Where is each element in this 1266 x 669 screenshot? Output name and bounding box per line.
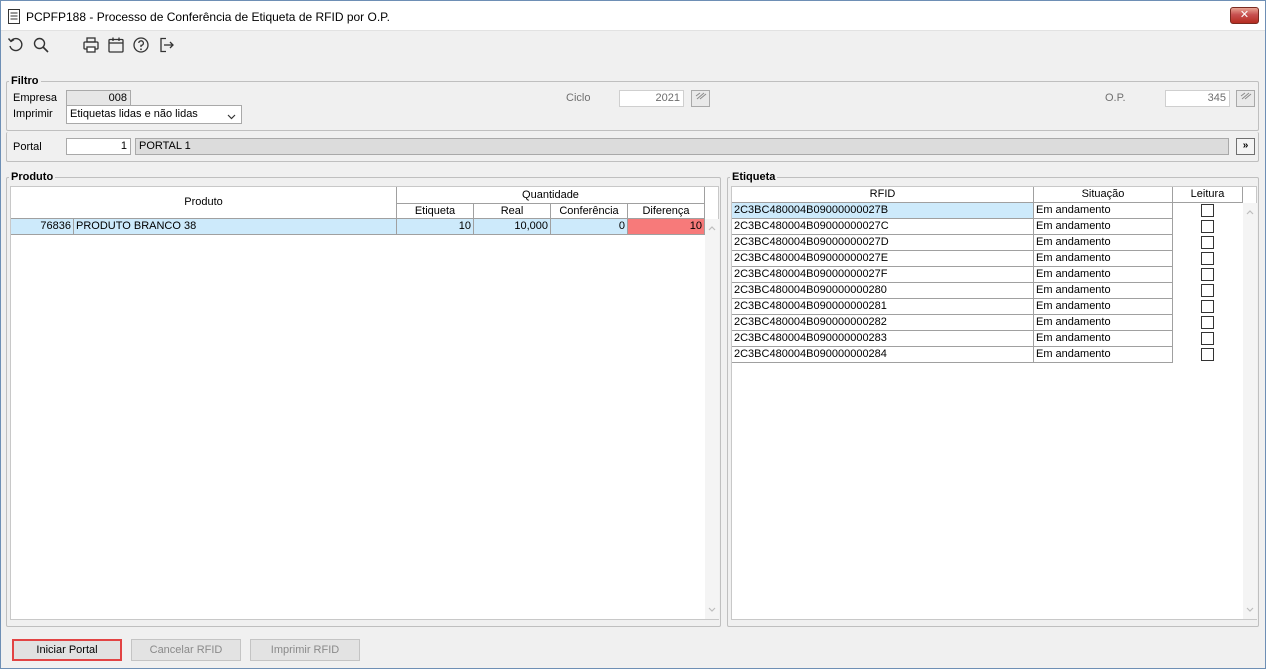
lookup-icon xyxy=(695,92,707,104)
portal-select-button[interactable]: » xyxy=(1236,138,1255,155)
cell-rfid: 2C3BC480004B09000000027B xyxy=(732,203,1034,219)
imprimir-rfid-button[interactable]: Imprimir RFID xyxy=(250,639,360,661)
produto-scrollbar[interactable] xyxy=(705,219,719,619)
cell-rfid: 2C3BC480004B090000000280 xyxy=(732,283,1034,299)
cell-real: 10,000 xyxy=(474,219,551,235)
imprimir-label: Imprimir xyxy=(13,108,53,120)
cell-rfid: 2C3BC480004B09000000027D xyxy=(732,235,1034,251)
close-button[interactable]: ✕ xyxy=(1230,7,1259,24)
etiqueta-legend: Etiqueta xyxy=(732,171,776,183)
cell-rfid: 2C3BC480004B090000000281 xyxy=(732,299,1034,315)
header-diferenca[interactable]: Diferença xyxy=(628,204,705,219)
cell-situacao: Em andamento xyxy=(1034,315,1173,331)
imprimir-select[interactable]: Etiquetas lidas e não lidas xyxy=(66,105,242,124)
empresa-label: Empresa xyxy=(13,92,58,104)
cell-situacao: Em andamento xyxy=(1034,235,1173,251)
cell-descricao: PRODUTO BRANCO 38 xyxy=(74,219,397,235)
scroll-down-icon[interactable] xyxy=(707,605,717,615)
header-real[interactable]: Real xyxy=(474,204,551,219)
portal-label: Portal xyxy=(13,141,42,153)
header-rfid[interactable]: RFID xyxy=(732,187,1034,203)
leitura-checkbox[interactable] xyxy=(1201,316,1214,329)
lookup-icon xyxy=(1240,92,1252,104)
document-icon xyxy=(8,9,20,24)
toolbar xyxy=(1,32,1265,60)
produto-grid: Produto Quantidade Etiqueta Real Conferê… xyxy=(10,186,719,620)
op-label: O.P. xyxy=(1105,92,1126,104)
cell-rfid: 2C3BC480004B090000000282 xyxy=(732,315,1034,331)
leitura-checkbox[interactable] xyxy=(1201,348,1214,361)
portal-field[interactable]: 1 xyxy=(66,138,131,155)
help-icon[interactable] xyxy=(132,36,152,56)
cell-situacao: Em andamento xyxy=(1034,203,1173,219)
leitura-checkbox[interactable] xyxy=(1201,284,1214,297)
header-leitura[interactable]: Leitura xyxy=(1173,187,1243,203)
iniciar-portal-button[interactable]: Iniciar Portal xyxy=(12,639,122,661)
cell-situacao: Em andamento xyxy=(1034,299,1173,315)
etiqueta-grid: RFID Situação Leitura 2C3BC480004B090000… xyxy=(731,186,1257,620)
produto-legend: Produto xyxy=(11,171,54,183)
chevron-down-icon xyxy=(227,110,236,120)
refresh-icon[interactable] xyxy=(7,36,27,56)
leitura-checkbox[interactable] xyxy=(1201,252,1214,265)
print-icon[interactable] xyxy=(82,36,102,56)
header-quantidade: Quantidade xyxy=(397,187,705,204)
cell-rfid: 2C3BC480004B09000000027F xyxy=(732,267,1034,283)
op-field[interactable]: 345 xyxy=(1165,90,1230,107)
portal-description: PORTAL 1 xyxy=(135,138,1229,155)
ciclo-label: Ciclo xyxy=(566,92,591,104)
cell-conferencia: 0 xyxy=(551,219,628,235)
leitura-checkbox[interactable] xyxy=(1201,236,1214,249)
ciclo-lookup-button[interactable] xyxy=(691,90,710,107)
cell-rfid: 2C3BC480004B09000000027C xyxy=(732,219,1034,235)
scroll-down-icon[interactable] xyxy=(1245,605,1255,615)
search-icon[interactable] xyxy=(32,36,52,56)
cell-situacao: Em andamento xyxy=(1034,251,1173,267)
cell-codigo: 76836 xyxy=(11,219,74,235)
header-conferencia[interactable]: Conferência xyxy=(551,204,628,219)
filtro-legend: Filtro xyxy=(11,75,39,87)
leitura-checkbox[interactable] xyxy=(1201,268,1214,281)
etiqueta-scrollbar[interactable] xyxy=(1243,203,1257,619)
cell-diferenca: 10 xyxy=(628,219,705,235)
op-lookup-button[interactable] xyxy=(1236,90,1255,107)
cell-etiqueta: 10 xyxy=(397,219,474,235)
cell-situacao: Em andamento xyxy=(1034,219,1173,235)
cell-situacao: Em andamento xyxy=(1034,331,1173,347)
leitura-checkbox[interactable] xyxy=(1201,300,1214,313)
cell-situacao: Em andamento xyxy=(1034,267,1173,283)
header-situacao[interactable]: Situação xyxy=(1034,187,1173,203)
leitura-checkbox[interactable] xyxy=(1201,204,1214,217)
cell-situacao: Em andamento xyxy=(1034,283,1173,299)
cancelar-rfid-button[interactable]: Cancelar RFID xyxy=(131,639,241,661)
cell-rfid: 2C3BC480004B090000000283 xyxy=(732,331,1034,347)
cell-rfid: 2C3BC480004B09000000027E xyxy=(732,251,1034,267)
calendar-icon[interactable] xyxy=(107,36,127,56)
window-title: PCPFP188 - Processo de Conferência de Et… xyxy=(26,10,390,24)
exit-icon[interactable] xyxy=(158,36,178,56)
leitura-checkbox[interactable] xyxy=(1201,220,1214,233)
scroll-up-icon[interactable] xyxy=(1245,207,1255,217)
title-bar: PCPFP188 - Processo de Conferência de Et… xyxy=(1,1,1265,31)
cell-situacao: Em andamento xyxy=(1034,347,1173,363)
leitura-checkbox[interactable] xyxy=(1201,332,1214,345)
header-produto[interactable]: Produto xyxy=(11,187,397,219)
scroll-up-icon[interactable] xyxy=(707,223,717,233)
imprimir-select-value: Etiquetas lidas e não lidas xyxy=(70,108,198,120)
cell-rfid: 2C3BC480004B090000000284 xyxy=(732,347,1034,363)
app-window: PCPFP188 - Processo de Conferência de Et… xyxy=(0,0,1266,669)
header-etiqueta[interactable]: Etiqueta xyxy=(397,204,474,219)
ciclo-field[interactable]: 2021 xyxy=(619,90,684,107)
